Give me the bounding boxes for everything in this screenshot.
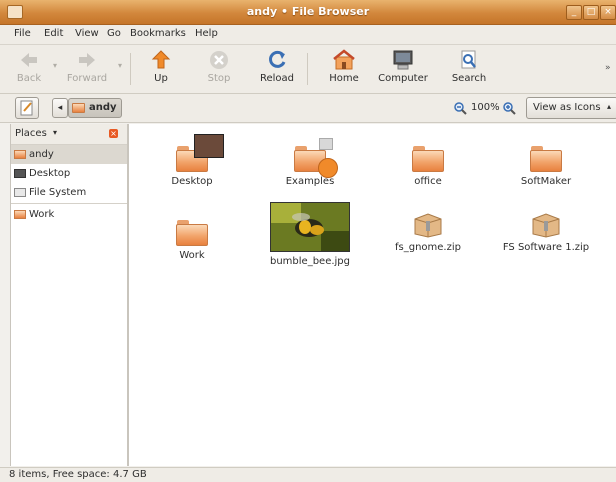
menu-file[interactable]: File (14, 28, 31, 39)
folder-icon (294, 138, 338, 178)
folder-icon (530, 146, 562, 172)
menu-bar: File Edit View Go Bookmarks Help (0, 25, 616, 45)
stop-button[interactable]: Stop (193, 49, 245, 84)
sidebar-item-work[interactable]: Work (11, 205, 127, 224)
desktop-icon (14, 169, 26, 178)
file-item-fs-software-zip[interactable]: FS Software 1.zip (491, 210, 601, 253)
forward-dropdown-icon[interactable]: ▾ (118, 61, 122, 70)
forward-arrow-icon (79, 53, 95, 67)
folder-icon (412, 146, 444, 172)
sidebar-item-desktop[interactable]: Desktop (11, 164, 127, 183)
toolbar-overflow-icon[interactable]: » (605, 63, 611, 73)
sidebar-header-label: Places (15, 128, 47, 139)
home-folder-icon (72, 103, 85, 113)
menu-view[interactable]: View (75, 28, 99, 39)
status-bar: 8 items, Free space: 4.7 GB (0, 467, 616, 482)
menu-edit[interactable]: Edit (44, 28, 63, 39)
file-item-desktop[interactable]: Desktop (137, 134, 247, 187)
back-arrow-icon (21, 53, 37, 67)
file-item-examples[interactable]: Examples (255, 136, 365, 187)
file-item-fs-gnome-zip[interactable]: fs_gnome.zip (373, 210, 483, 253)
chevron-down-icon: ▴ (607, 102, 612, 111)
title-bar: andy • File Browser _ □ × (0, 0, 616, 25)
home-button[interactable]: Home (318, 49, 370, 84)
menu-bookmarks[interactable]: Bookmarks (130, 28, 186, 39)
folder-icon (14, 210, 26, 219)
search-icon (461, 50, 476, 69)
reload-button[interactable]: Reload (251, 49, 303, 84)
drive-icon (14, 188, 26, 197)
view-mode-label: View as Icons (533, 102, 601, 113)
sidebar-divider (11, 203, 127, 204)
toolbar-separator (307, 53, 308, 85)
maximize-button[interactable]: □ (583, 5, 599, 20)
symlink-emblem-icon (319, 138, 333, 150)
sidebar-item-file-system[interactable]: File System (11, 183, 127, 202)
icon-view[interactable]: Desktop Examples office SoftMaker Work b… (128, 124, 616, 466)
toolbar: Back ▾ Forward ▾ Up Stop Reload Home Com… (0, 45, 616, 94)
back-dropdown-icon[interactable]: ▾ (53, 61, 57, 70)
file-item-softmaker[interactable]: SoftMaker (491, 136, 601, 187)
home-icon (333, 49, 355, 70)
file-item-work[interactable]: Work (137, 210, 247, 261)
zoom-in-icon[interactable] (502, 101, 516, 115)
zoom-out-icon[interactable] (453, 101, 467, 115)
folder-icon (176, 220, 208, 246)
path-button-label: andy (89, 102, 117, 113)
location-bar: ◂ andy 100% View as Icons ▴ (0, 94, 616, 123)
home-folder-icon (14, 150, 26, 159)
folder-icon (176, 134, 224, 172)
reload-icon (269, 50, 286, 68)
path-left-button[interactable]: ◂ (52, 98, 68, 118)
minimize-button[interactable]: _ (566, 5, 582, 20)
search-button[interactable]: Search (443, 49, 495, 84)
computer-icon (393, 50, 413, 70)
sidebar-item-andy[interactable]: andy (11, 145, 127, 164)
stop-icon (210, 51, 228, 69)
view-mode-select[interactable]: View as Icons ▴ (526, 97, 616, 119)
file-item-office[interactable]: office (373, 136, 483, 187)
toolbar-separator (130, 53, 131, 85)
image-thumbnail (270, 202, 350, 252)
menu-go[interactable]: Go (107, 28, 121, 39)
forward-button[interactable]: Forward (61, 49, 113, 84)
up-arrow-icon (151, 50, 171, 69)
toggle-location-button[interactable] (15, 97, 39, 119)
file-item-bumble-bee[interactable]: bumble_bee.jpg (255, 202, 365, 267)
back-button[interactable]: Back (3, 49, 55, 84)
path-button-andy[interactable]: andy (68, 98, 122, 118)
places-sidebar: Places ▾ × andy Desktop File System Work (10, 124, 128, 466)
close-sidebar-icon[interactable]: × (109, 129, 118, 138)
archive-icon (532, 213, 560, 238)
computer-button[interactable]: Computer (377, 49, 429, 84)
close-button[interactable]: × (600, 5, 616, 20)
menu-help[interactable]: Help (195, 28, 218, 39)
sidebar-header[interactable]: Places ▾ × (11, 124, 127, 145)
window-title: andy • File Browser (246, 5, 370, 18)
archive-icon (414, 213, 442, 238)
chevron-down-icon: ▾ (53, 128, 58, 137)
lock-emblem-icon (318, 158, 338, 178)
status-text: 8 items, Free space: 4.7 GB (9, 469, 147, 480)
edit-location-icon (20, 100, 33, 116)
desktop-emblem-icon (194, 134, 224, 158)
up-button[interactable]: Up (135, 49, 187, 84)
zoom-level[interactable]: 100% (471, 102, 500, 113)
